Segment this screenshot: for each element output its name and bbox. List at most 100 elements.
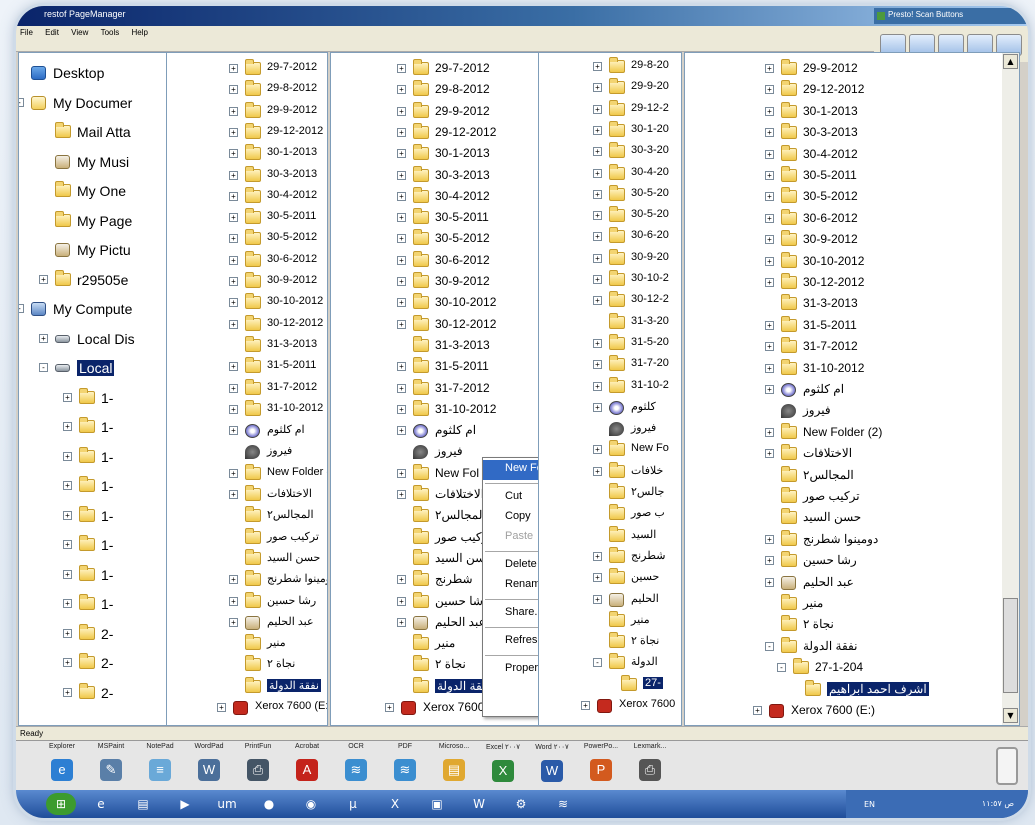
expand-icon[interactable]: + xyxy=(229,106,238,116)
expand-icon[interactable]: + xyxy=(593,338,602,348)
folder-tree-pane-1[interactable]: Desktop - My Documer Mail Atta My Musi My One… xyxy=(18,52,168,726)
expand-icon[interactable]: + xyxy=(593,62,602,71)
tree-node[interactable]: + Local Dis xyxy=(19,329,167,349)
expand-icon[interactable]: + xyxy=(765,171,774,180)
expand-icon[interactable]: + xyxy=(397,234,406,244)
app-shortcut[interactable]: Word ٢٠٠٧ W xyxy=(528,743,576,789)
tree-node[interactable]: +30-9-2012 xyxy=(685,230,1019,250)
tree-node[interactable]: My Page xyxy=(19,210,167,231)
collapse-icon[interactable]: - xyxy=(593,658,602,668)
tree-node[interactable]: +29-12-2012 xyxy=(685,80,1019,100)
expand-icon[interactable]: + xyxy=(63,658,72,667)
tree-node[interactable]: +30-4-2012 xyxy=(167,186,327,207)
expand-icon[interactable]: + xyxy=(765,149,774,159)
tree-node[interactable]: - My Compute xyxy=(19,299,167,319)
expand-icon[interactable]: + xyxy=(765,128,774,138)
tree-node[interactable]: - الدولة xyxy=(539,653,681,673)
expand-icon[interactable]: + xyxy=(593,104,602,114)
expand-icon[interactable]: + xyxy=(593,402,602,412)
expand-icon[interactable]: + xyxy=(229,85,238,95)
tree-node[interactable]: +30-3-20 xyxy=(539,142,681,162)
expand-icon[interactable]: + xyxy=(229,617,238,627)
expand-icon[interactable]: + xyxy=(397,298,406,308)
expand-icon[interactable]: + xyxy=(765,213,774,223)
expand-icon[interactable]: + xyxy=(765,64,774,73)
tree-node[interactable]: +30-5-20 xyxy=(539,184,681,205)
tree-node[interactable]: +2- xyxy=(19,682,167,703)
expand-icon[interactable]: + xyxy=(229,170,238,180)
expand-icon[interactable]: + xyxy=(229,404,238,414)
expand-icon[interactable]: + xyxy=(229,255,238,265)
expand-icon[interactable]: + xyxy=(229,234,238,244)
expand-icon[interactable]: + xyxy=(593,573,602,583)
expand-icon[interactable]: + xyxy=(593,275,602,284)
expand-icon[interactable]: + xyxy=(765,556,774,566)
taskbar-chrome-icon[interactable]: ◉ xyxy=(294,793,328,815)
tree-node[interactable]: + ام كلثوم xyxy=(331,421,539,441)
collapse-icon[interactable]: - xyxy=(19,304,24,313)
tree-node[interactable]: +30-9-2012 xyxy=(331,272,539,292)
tree-node[interactable]: + حسين xyxy=(539,568,681,588)
tree-node[interactable]: +29-7-2012 xyxy=(167,59,327,79)
tree-node[interactable]: فيروز xyxy=(167,442,327,462)
tree-node[interactable]: +31-7-20 xyxy=(539,355,681,375)
app-shortcut[interactable]: MSPaint ✎ xyxy=(87,743,135,789)
tree-node[interactable]: Mail Atta xyxy=(19,122,167,142)
expand-icon[interactable]: + xyxy=(229,426,238,436)
tree-node[interactable]: +30-4-2012 xyxy=(685,144,1019,165)
tree-node[interactable]: +31-7-2012 xyxy=(167,378,327,399)
expand-icon[interactable]: + xyxy=(397,383,406,393)
tree-node[interactable]: + دومينوا شطرنج xyxy=(685,529,1019,550)
expand-icon[interactable]: + xyxy=(593,125,602,135)
expand-icon[interactable]: + xyxy=(63,510,72,520)
expand-icon[interactable]: + xyxy=(765,85,774,95)
tree-node[interactable]: 31-3-2013 xyxy=(167,335,327,356)
expand-icon[interactable]: + xyxy=(397,362,406,372)
tree-node[interactable]: اشرف احمد ابراهيم xyxy=(685,679,1019,700)
tree-node[interactable]: +31-10-2 xyxy=(539,376,681,397)
expand-icon[interactable]: + xyxy=(229,127,238,137)
tree-node[interactable]: +30-12-2012 xyxy=(167,314,327,335)
app-shortcut[interactable]: Acrobat A xyxy=(283,743,331,789)
tree-node[interactable]: + New Folder (2) xyxy=(167,463,327,484)
tree-node[interactable]: تركيب صور xyxy=(685,487,1019,507)
taskbar-folder-icon[interactable]: ▤ xyxy=(126,793,160,815)
expand-icon[interactable]: + xyxy=(397,575,406,585)
tree-node[interactable]: +30-5-2011 xyxy=(685,166,1019,186)
tree-node[interactable]: 31-3-2013 xyxy=(331,335,539,356)
expand-icon[interactable]: + xyxy=(765,106,774,116)
folder-tree-pane-2[interactable]: +29-7-2012 +29-8-2012 +29-9-2012 +29-12-201… xyxy=(166,52,328,726)
tree-node[interactable]: +30-5-2011 xyxy=(331,208,539,228)
tree-node[interactable]: منير xyxy=(685,594,1019,614)
expand-icon[interactable]: + xyxy=(397,85,406,95)
tree-node[interactable]: My One xyxy=(19,181,167,201)
expand-icon[interactable]: + xyxy=(397,213,406,223)
expand-icon[interactable]: + xyxy=(63,628,72,638)
tree-node[interactable]: - 27-1-204 xyxy=(685,658,1019,678)
expand-icon[interactable]: + xyxy=(39,333,48,343)
language-indicator[interactable]: EN xyxy=(864,800,875,809)
tree-node[interactable]: +30-10-2012 xyxy=(685,251,1019,272)
expand-icon[interactable]: + xyxy=(593,147,602,157)
expand-icon[interactable]: + xyxy=(581,701,590,710)
expand-icon[interactable]: + xyxy=(765,342,774,352)
expand-icon[interactable]: + xyxy=(765,278,774,287)
tree-node[interactable]: + Xerox 7600 (E:) xyxy=(167,698,327,718)
expand-icon[interactable]: + xyxy=(397,127,406,137)
expand-icon[interactable]: + xyxy=(397,149,406,159)
expand-icon[interactable]: + xyxy=(593,551,602,561)
expand-icon[interactable]: + xyxy=(63,392,72,402)
app-shortcut[interactable]: Excel ٢٠٠٧ X xyxy=(479,743,527,789)
tree-node[interactable]: +30-3-2013 xyxy=(685,123,1019,143)
expand-icon[interactable]: + xyxy=(765,577,774,587)
expand-icon[interactable]: + xyxy=(397,170,406,180)
expand-icon[interactable]: + xyxy=(397,404,406,414)
tree-node[interactable]: نجاة ٢ xyxy=(685,615,1019,635)
expand-icon[interactable]: + xyxy=(397,617,406,627)
tree-node[interactable]: +29-12-2 xyxy=(539,99,681,120)
expand-icon[interactable]: + xyxy=(397,64,406,73)
app-shortcut[interactable]: PowerPo... P xyxy=(577,743,625,789)
expand-icon[interactable]: + xyxy=(765,385,774,394)
tree-node[interactable]: منير xyxy=(539,610,681,631)
expand-icon[interactable]: + xyxy=(593,594,602,604)
